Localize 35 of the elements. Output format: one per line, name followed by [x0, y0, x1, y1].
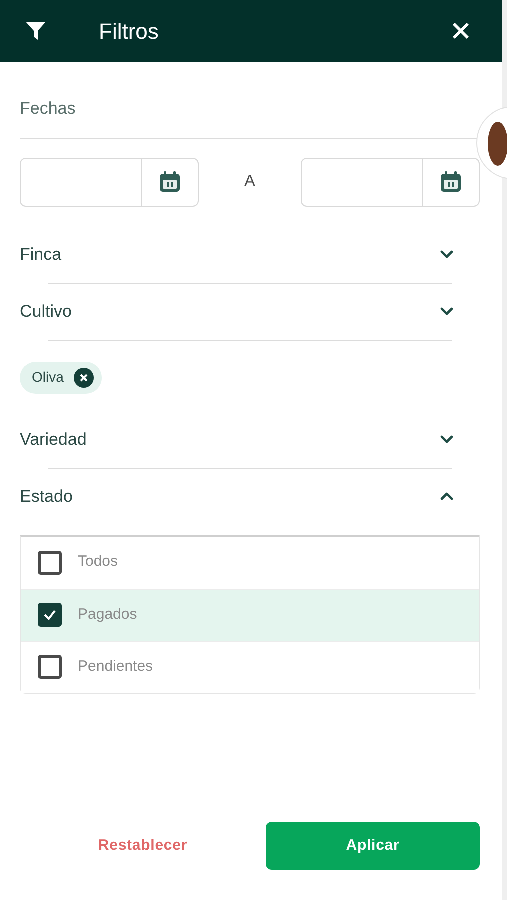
check-icon — [43, 608, 57, 622]
section-header[interactable]: Finca — [20, 226, 480, 282]
option-label: Pendientes — [78, 656, 154, 677]
date-field[interactable] — [300, 158, 480, 206]
section-header[interactable]: Estado — [20, 468, 480, 524]
option-row[interactable]: Pendientes — [21, 640, 479, 692]
panel-title: Filtros — [99, 18, 160, 46]
remove-chip-button[interactable] — [74, 368, 94, 388]
option-row[interactable]: Pagados — [21, 588, 479, 640]
reset-button[interactable]: Restablecer — [20, 822, 266, 870]
apply-button[interactable]: Aplicar — [266, 822, 480, 870]
chevron-up-icon — [440, 492, 454, 501]
date-separator: A — [244, 172, 256, 192]
section-label: Cultivo — [20, 300, 72, 323]
option-label: Todos — [78, 552, 118, 572]
checkbox[interactable] — [38, 550, 62, 574]
chevron-down-icon — [440, 307, 454, 316]
close-icon — [78, 372, 89, 382]
section-label: Estado — [20, 486, 73, 508]
dates-label: Fechas — [20, 98, 77, 120]
chip-label: Oliva — [32, 368, 64, 387]
checkbox[interactable] — [38, 655, 62, 679]
calendar-icon — [438, 170, 463, 194]
close-icon — [452, 22, 470, 40]
calendar-icon — [158, 170, 182, 194]
filter-icon — [25, 21, 47, 41]
section-label: Variedad — [20, 428, 87, 451]
section-header[interactable]: Variedad — [20, 412, 480, 468]
section-label: Finca — [20, 244, 62, 266]
section-header[interactable]: Cultivo — [20, 284, 480, 340]
option-label: Pagados — [78, 604, 138, 625]
date-field[interactable] — [20, 158, 199, 206]
chevron-down-icon — [440, 250, 454, 259]
chevron-down-icon — [440, 435, 454, 444]
checkbox[interactable] — [38, 603, 62, 627]
